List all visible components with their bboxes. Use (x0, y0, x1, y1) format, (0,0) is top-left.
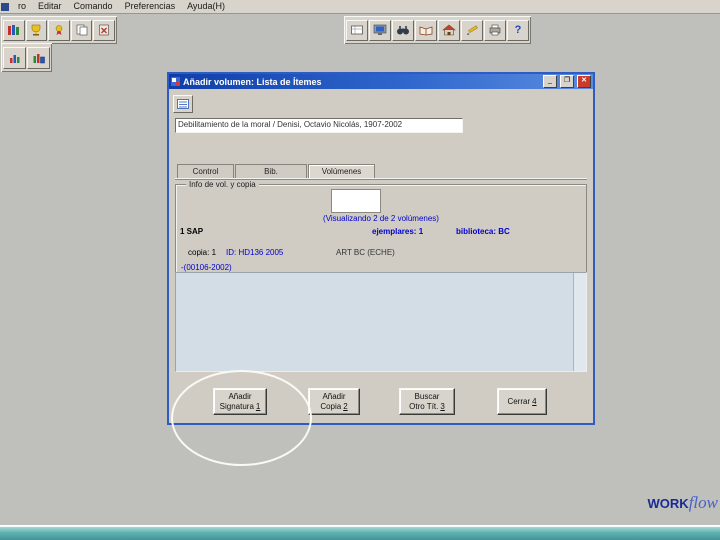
close-button[interactable]: ✕ (577, 75, 591, 88)
dialog-toolbar-button[interactable] (173, 95, 193, 113)
close-label-bottom: Cerrar 4 (507, 397, 536, 407)
printer-button[interactable] (484, 19, 506, 41)
volume-info-group: Info de vol. y copia (Visualizando 2 de … (175, 180, 587, 274)
printer-icon (489, 24, 501, 36)
books-icon (7, 25, 19, 35)
annotation-ellipse (171, 370, 312, 466)
search-other-title-button[interactable]: Buscar Otro Tít. 3 (399, 388, 455, 415)
card-grid-button[interactable] (346, 19, 368, 41)
logo-work-text: WORK (647, 496, 689, 511)
search-other-label-top: Buscar (414, 391, 440, 401)
add-copy-label-top: Añadir (322, 391, 346, 401)
sap-label: 1 SAP (180, 227, 204, 236)
medal-icon (55, 25, 63, 35)
close-text: Cerrar (507, 396, 531, 406)
bar-chart-icon (9, 54, 19, 63)
add-copy-button[interactable]: Añadir Copia 2 (308, 388, 360, 415)
sheets-icon (76, 24, 87, 36)
items-list[interactable] (175, 272, 587, 372)
dialog-icon (171, 77, 180, 86)
location-label: ART BC (ECHE) (336, 248, 395, 257)
menu-item-archivo[interactable]: ro (12, 0, 32, 13)
help-button[interactable]: ? (507, 19, 529, 41)
pencil-button[interactable] (461, 19, 483, 41)
binoculars-icon (397, 26, 409, 35)
ejemplares-label: ejemplares: 1 (372, 227, 424, 236)
clipboard-x-icon (99, 24, 109, 36)
tab-strip: Control Bib. Volúmenes (177, 164, 376, 178)
home-button[interactable] (438, 19, 460, 41)
tab-volumenes[interactable]: Volúmenes (308, 164, 375, 178)
logo-flow-text: flow (688, 493, 718, 512)
help-icon: ? (514, 23, 522, 36)
code-label: -(00106-2002) (181, 263, 232, 272)
minimize-button[interactable]: _ (543, 75, 557, 88)
list-scrollbar[interactable] (573, 273, 586, 371)
search-other-text: Otro Tít. (409, 401, 439, 411)
menu-item-comando[interactable]: Comando (68, 0, 119, 13)
toolbar-main (1, 16, 117, 44)
id-label: ID: HD136 2005 (226, 248, 284, 257)
taskbar[interactable] (0, 526, 720, 540)
pencil-icon (467, 25, 478, 35)
viewing-note: (Visualizando 2 de 2 volúmenes) (323, 214, 439, 223)
add-copy-shortcut: 2 (343, 401, 348, 411)
record-title-field[interactable]: Debilitamiento de la moral / Denisi, Oct… (175, 118, 463, 133)
app-icon (1, 2, 9, 11)
search-other-shortcut: 3 (440, 401, 445, 411)
trophy-button[interactable] (25, 19, 48, 41)
menu-item-preferencias[interactable]: Preferencias (119, 0, 182, 13)
toolbar-secondary (1, 43, 52, 72)
bar-chart-button[interactable] (3, 46, 26, 69)
add-copy-text: Copia (320, 401, 342, 411)
binoculars-button[interactable] (392, 19, 414, 41)
open-book-icon (419, 26, 433, 36)
trophy-icon (32, 24, 41, 36)
biblioteca-label: biblioteca: BC (456, 227, 510, 236)
maximize-button[interactable]: ❐ (560, 75, 574, 88)
close-shortcut: 4 (532, 396, 537, 406)
open-book-button[interactable] (415, 19, 437, 41)
sheets-button[interactable] (70, 19, 93, 41)
search-other-label-bottom: Otro Tít. 3 (409, 402, 445, 412)
home-icon (442, 24, 456, 36)
card-grid-icon (351, 25, 363, 35)
copia-label: copia: 1 (188, 248, 217, 257)
tab-page-edge (175, 178, 587, 179)
monitor-icon (373, 24, 387, 35)
desktop: ro Editar Comando Preferencias Ayuda(H) (0, 0, 720, 540)
workflow-logo: WORK flow (648, 493, 718, 513)
volume-field[interactable] (331, 189, 381, 213)
bar-chart-book-icon (33, 53, 45, 63)
clipboard-x-button[interactable] (93, 19, 115, 41)
monitor-button[interactable] (369, 19, 391, 41)
close-dialog-button[interactable]: Cerrar 4 (497, 388, 547, 415)
dialog-titlebar[interactable]: Añadir volumen: Lista de Ítemes _ ❐ ✕ (169, 74, 593, 89)
tab-control[interactable]: Control (177, 164, 234, 178)
medal-button[interactable] (48, 19, 70, 41)
group-label: Info de vol. y copia (186, 180, 259, 189)
add-copy-label-bottom: Copia 2 (320, 402, 347, 412)
menu-item-ayuda[interactable]: Ayuda(H) (181, 0, 231, 13)
tab-bib[interactable]: Bib. (235, 164, 307, 178)
list-icon (177, 99, 189, 109)
toolbar-center: ? (344, 16, 531, 44)
dialog-title: Añadir volumen: Lista de Ítemes (183, 76, 322, 87)
menu-bar: ro Editar Comando Preferencias Ayuda(H) (0, 0, 720, 14)
books-button[interactable] (3, 19, 25, 41)
menu-item-editar[interactable]: Editar (32, 0, 68, 13)
bar-chart-book-button[interactable] (27, 46, 50, 69)
